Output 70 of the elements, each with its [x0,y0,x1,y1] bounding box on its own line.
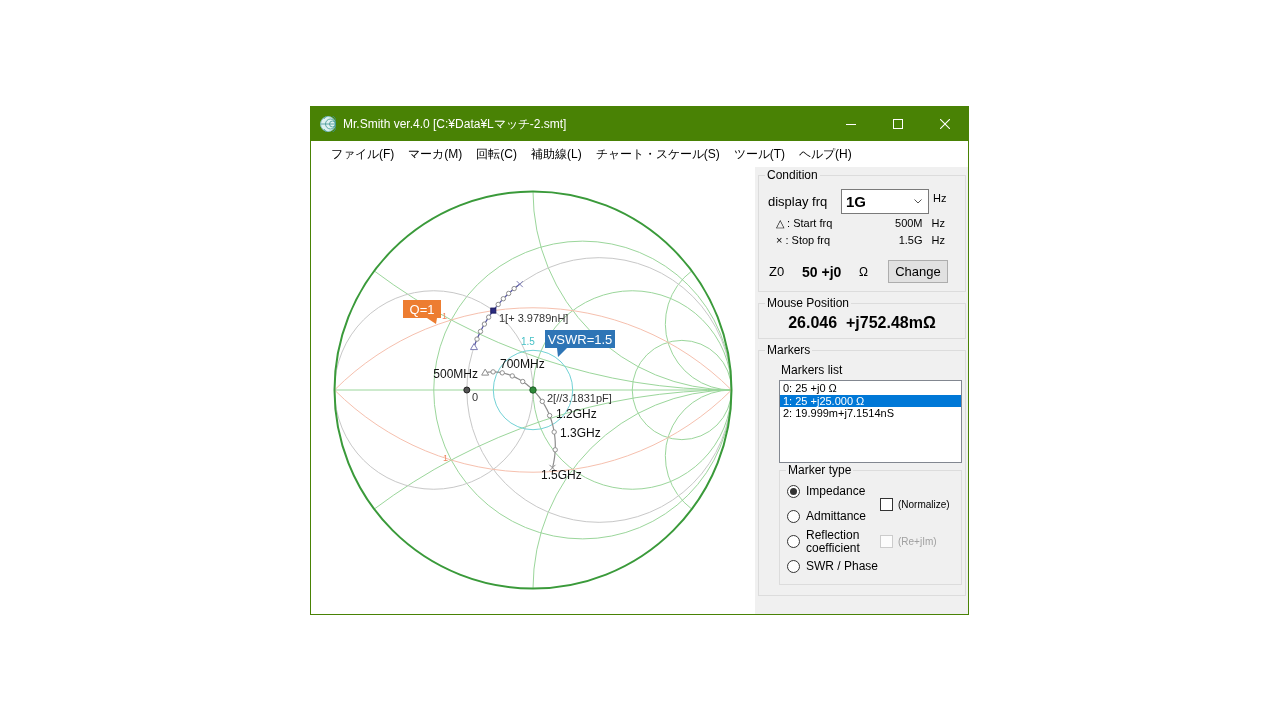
list-item[interactable]: 0: 25 +j0 Ω [780,382,961,395]
menu-item[interactable]: ツール(T) [726,142,792,166]
close-icon [939,119,950,129]
radio-option[interactable]: Admittance [787,510,867,523]
list-label: Markers list [781,363,843,377]
group-title: Markers [766,343,812,357]
frequency-label: 700MHz [500,357,545,371]
list-item[interactable]: 1: 25 +j25.000 Ω [780,394,961,407]
field-value: 500M [895,216,923,231]
list-item[interactable]: 2: 19.999m+j7.1514nS [780,407,961,420]
unit-label: Hz [931,233,945,248]
sweep-point [539,398,545,405]
sweep-point [509,373,515,379]
sweep-point [552,447,558,453]
group-title: Condition [766,168,819,182]
unit-label: Ω [859,264,869,279]
checkbox-option: (Re+jIm) [880,535,937,548]
callout: Q=1 [403,300,441,324]
frequency-label: 500MHz [433,367,478,381]
globe-icon [320,116,336,132]
unit-label: Hz [931,216,945,231]
menu-item[interactable]: 回転(C) [469,142,524,166]
cross-marker [548,464,556,472]
field-value: 1.5G [898,233,923,248]
window-title: Mr.Smith ver.4.0 [C:¥Data¥Lマッチ-2.smt] [343,115,568,133]
frequency-label: 1.3GHz [560,426,601,440]
group-title: Mouse Position [766,296,851,310]
marker-label: 2[//3.1831pF] [547,392,612,404]
menu-item[interactable]: ファイル(F) [324,142,402,166]
marker-label: 1[+ 3.9789nH] [499,312,569,324]
menu-item[interactable]: 補助線(L) [524,142,589,166]
maximize-icon [892,119,903,129]
menu-item[interactable]: チャート・スケール(S) [588,142,727,166]
minimize-icon [845,123,856,125]
frequency-dropdown[interactable]: 1G [841,189,929,214]
field-label: Z0 [769,264,786,279]
q-label: 1 [442,311,447,321]
sweep-point [551,429,557,435]
frequency-label: 1.5GHz [541,468,582,482]
field-label: × : Stop frq [776,233,832,248]
chevron-down-icon [914,199,922,204]
triangle-marker [481,368,490,376]
marker-label: 0 [472,391,479,403]
marker-point [490,307,497,314]
sweep-point [490,369,496,375]
menu-item[interactable]: マーカ(M) [401,142,470,166]
field-label: △ : Start frq [776,216,834,231]
impedance-value: 50 +j0 [802,263,843,280]
radio-option[interactable]: Reflection coefficient [787,528,882,555]
sweep-point [520,378,526,385]
marker-point [463,386,471,394]
frequency-label: 1.2GHz [556,407,597,421]
group-title: Marker type [787,463,853,477]
radio-option[interactable]: Impedance [787,485,866,498]
unit-label: Hz [933,192,947,204]
sweep-point [546,412,553,419]
sweep-point [499,370,505,376]
vswr-label: 1.5 [521,336,535,347]
field-label: display frq [768,193,829,211]
menu-item[interactable]: ヘルプ(H) [792,142,859,166]
triangle-marker [470,343,478,351]
checkbox-option[interactable]: (Normalize) [880,497,950,511]
marker-point [529,386,537,394]
callout: VSWR=1.5 [545,330,615,357]
change-button[interactable]: Change [888,260,948,283]
position-readout: 26.046 +j752.48mΩ [787,313,937,333]
q-label: 1 [443,453,448,463]
markers-listbox[interactable]: 0: 25 +j0 Ω 1: 25 +j25.000 Ω 2: 19.999m+j7.1514nS [779,380,962,463]
radio-option[interactable]: SWR / Phase [787,560,879,573]
cross-marker [516,280,524,288]
